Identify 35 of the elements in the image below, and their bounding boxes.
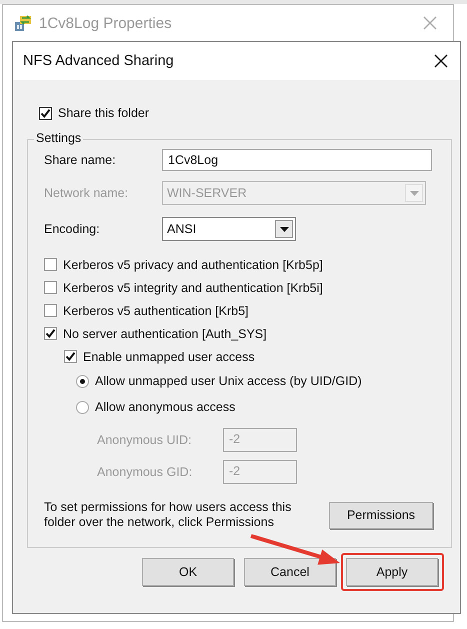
checkbox-label: Kerberos v5 authentication [Krb5] bbox=[63, 304, 249, 318]
dialog-button[interactable]: Apply bbox=[346, 558, 438, 586]
checkbox[interactable] bbox=[44, 304, 57, 317]
dialog-title: NFS Advanced Sharing bbox=[23, 53, 174, 69]
share-folder-icon bbox=[13, 13, 33, 33]
field-label: Anonymous GID: bbox=[97, 465, 194, 479]
caret-icon bbox=[280, 226, 288, 232]
close-icon[interactable] bbox=[434, 54, 448, 68]
dialog-button[interactable]: Cancel bbox=[244, 558, 336, 586]
field-label: Encoding: bbox=[44, 222, 101, 236]
checkbox-label: Share this folder bbox=[58, 106, 150, 120]
text-field[interactable]: 1Cv8Log bbox=[162, 149, 432, 171]
radio-label: Allow unmapped user Unix access (by UID/GID) bbox=[95, 374, 362, 388]
dialog-button[interactable]: OK bbox=[142, 558, 234, 586]
checkbox-label: Enable unmapped user access bbox=[83, 350, 255, 364]
checkbox-label: Kerberos v5 privacy and authentication [Krb5p] bbox=[63, 258, 323, 272]
checkbox[interactable] bbox=[44, 327, 57, 340]
radio-button[interactable] bbox=[76, 400, 89, 414]
checkbox[interactable] bbox=[44, 258, 57, 271]
field-label: Network name: bbox=[44, 186, 130, 200]
radio-label: Allow anonymous access bbox=[95, 400, 236, 414]
window-title: 1Cv8Log Properties bbox=[39, 14, 173, 32]
radio-button[interactable] bbox=[76, 374, 89, 388]
checkbox[interactable] bbox=[44, 281, 57, 294]
permissions-note: To set permissions for how users access this folder over the network, click Permissions bbox=[44, 500, 292, 530]
checkbox-label: Kerberos v5 integrity and authentication [Krb5i] bbox=[63, 280, 323, 294]
field-label: Share name: bbox=[44, 153, 117, 167]
caret-icon bbox=[410, 190, 418, 196]
checkbox[interactable] bbox=[39, 106, 52, 120]
field-label: Anonymous UID: bbox=[97, 433, 192, 447]
group-legend: Settings bbox=[34, 131, 84, 145]
permissions-button[interactable]: Permissions bbox=[329, 502, 433, 528]
dropdown[interactable]: ANSI bbox=[162, 217, 296, 241]
checkbox[interactable] bbox=[64, 350, 77, 363]
checkbox-label: No server authentication [Auth_SYS] bbox=[63, 326, 267, 340]
